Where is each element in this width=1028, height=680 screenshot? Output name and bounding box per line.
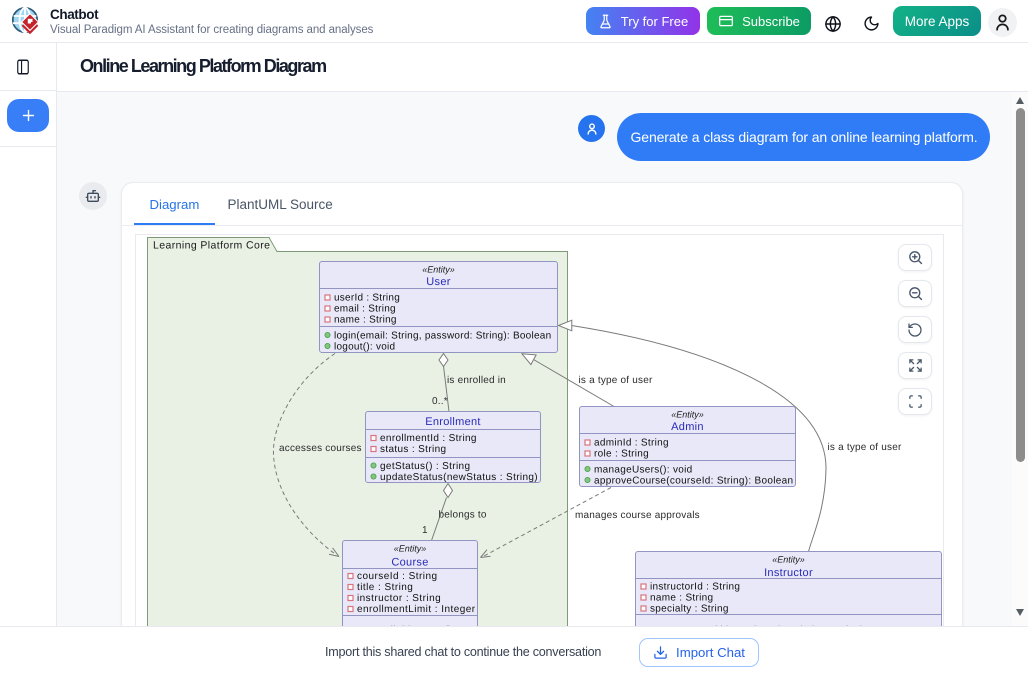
svg-text:title : String: title : String — [357, 582, 413, 593]
svg-text:is a type of user: is a type of user — [579, 375, 653, 386]
svg-text:specialty : String: specialty : String — [650, 604, 729, 615]
svg-text:login(email: String, password:: login(email: String, password: String): … — [334, 331, 551, 342]
svg-text:enrollmentId : String: enrollmentId : String — [380, 433, 477, 444]
svg-text:updateStatus(newStatus : Strin: updateStatus(newStatus : String) — [380, 472, 538, 483]
svg-text:name : String: name : String — [650, 593, 713, 604]
svg-text:name : String: name : String — [334, 315, 397, 326]
svg-text:email : String: email : String — [334, 304, 396, 315]
svg-text:User: User — [426, 276, 450, 288]
svg-text:«Entity»: «Entity» — [394, 544, 427, 554]
svg-text:logout(): void: logout(): void — [334, 342, 395, 353]
svg-text:«Entity»: «Entity» — [772, 555, 805, 565]
svg-text:is a type of user: is a type of user — [828, 442, 902, 453]
svg-text:manages course approvals: manages course approvals — [575, 510, 700, 521]
svg-text:status : String: status : String — [380, 444, 446, 455]
svg-text:0..*: 0..* — [432, 396, 448, 407]
svg-text:approveCourse(courseId: String: approveCourse(courseId: String): Boolean — [594, 476, 793, 487]
svg-text:Admin: Admin — [671, 421, 704, 433]
svg-text:instructorId : String: instructorId : String — [650, 582, 740, 593]
svg-text:manageUsers(): void: manageUsers(): void — [594, 465, 693, 476]
svg-text:userId : String: userId : String — [334, 293, 400, 304]
svg-text:role : String: role : String — [594, 449, 649, 460]
svg-text:«Entity»: «Entity» — [671, 410, 704, 420]
svg-text:accesses courses: accesses courses — [279, 443, 362, 454]
svg-text:instructor : String: instructor : String — [357, 593, 441, 604]
svg-text:Enrollment: Enrollment — [425, 416, 481, 428]
svg-text:adminId : String: adminId : String — [594, 438, 669, 449]
svg-text:getStatus() : String: getStatus() : String — [380, 461, 470, 472]
svg-text:courseId : String: courseId : String — [357, 571, 437, 582]
svg-text:«Entity»: «Entity» — [422, 265, 455, 275]
svg-text:belongs to: belongs to — [439, 510, 487, 521]
svg-text:enrollmentLimit : Integer: enrollmentLimit : Integer — [357, 604, 476, 615]
svg-text:Learning Platform Core: Learning Platform Core — [153, 240, 270, 252]
svg-text:is enrolled in: is enrolled in — [447, 375, 506, 386]
svg-text:Instructor: Instructor — [764, 567, 813, 579]
svg-text:Course: Course — [391, 557, 428, 569]
svg-text:1: 1 — [422, 525, 428, 536]
